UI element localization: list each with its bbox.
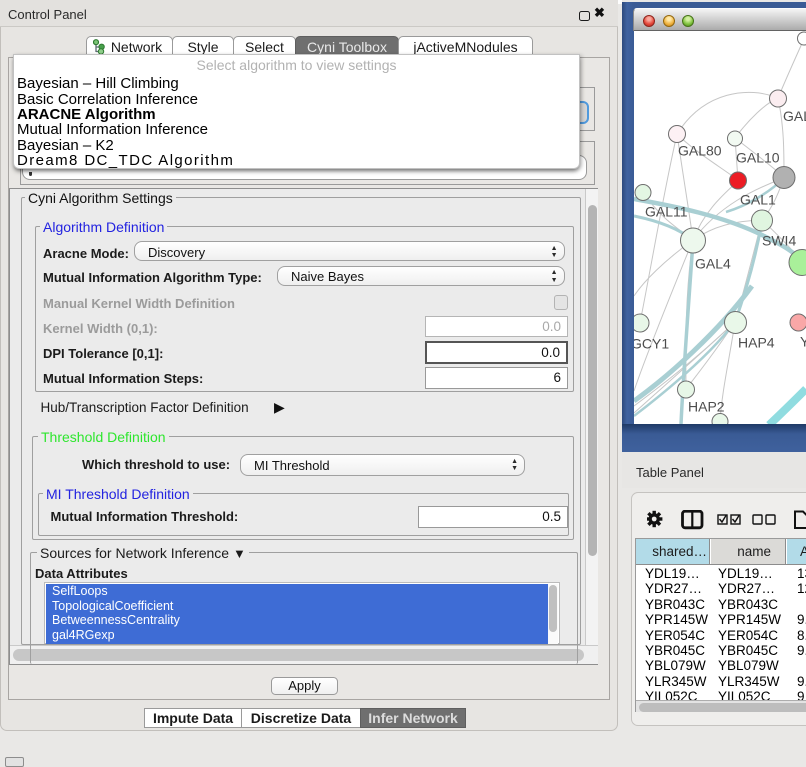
svg-text:GAL10: GAL10	[736, 150, 780, 166]
svg-text:Y: Y	[800, 334, 806, 350]
svg-text:SWI4: SWI4	[762, 233, 796, 249]
svg-text:GAL11: GAL11	[645, 204, 688, 220]
svg-text:HAP4: HAP4	[738, 335, 775, 351]
svg-text:GAL1: GAL1	[740, 192, 776, 208]
svg-text:HAP2: HAP2	[688, 399, 725, 415]
svg-text:GAL4: GAL4	[695, 256, 731, 272]
svg-text:GAL80: GAL80	[678, 143, 722, 159]
svg-text:GCY1: GCY1	[634, 336, 669, 352]
svg-text:GAL7: GAL7	[783, 108, 806, 124]
